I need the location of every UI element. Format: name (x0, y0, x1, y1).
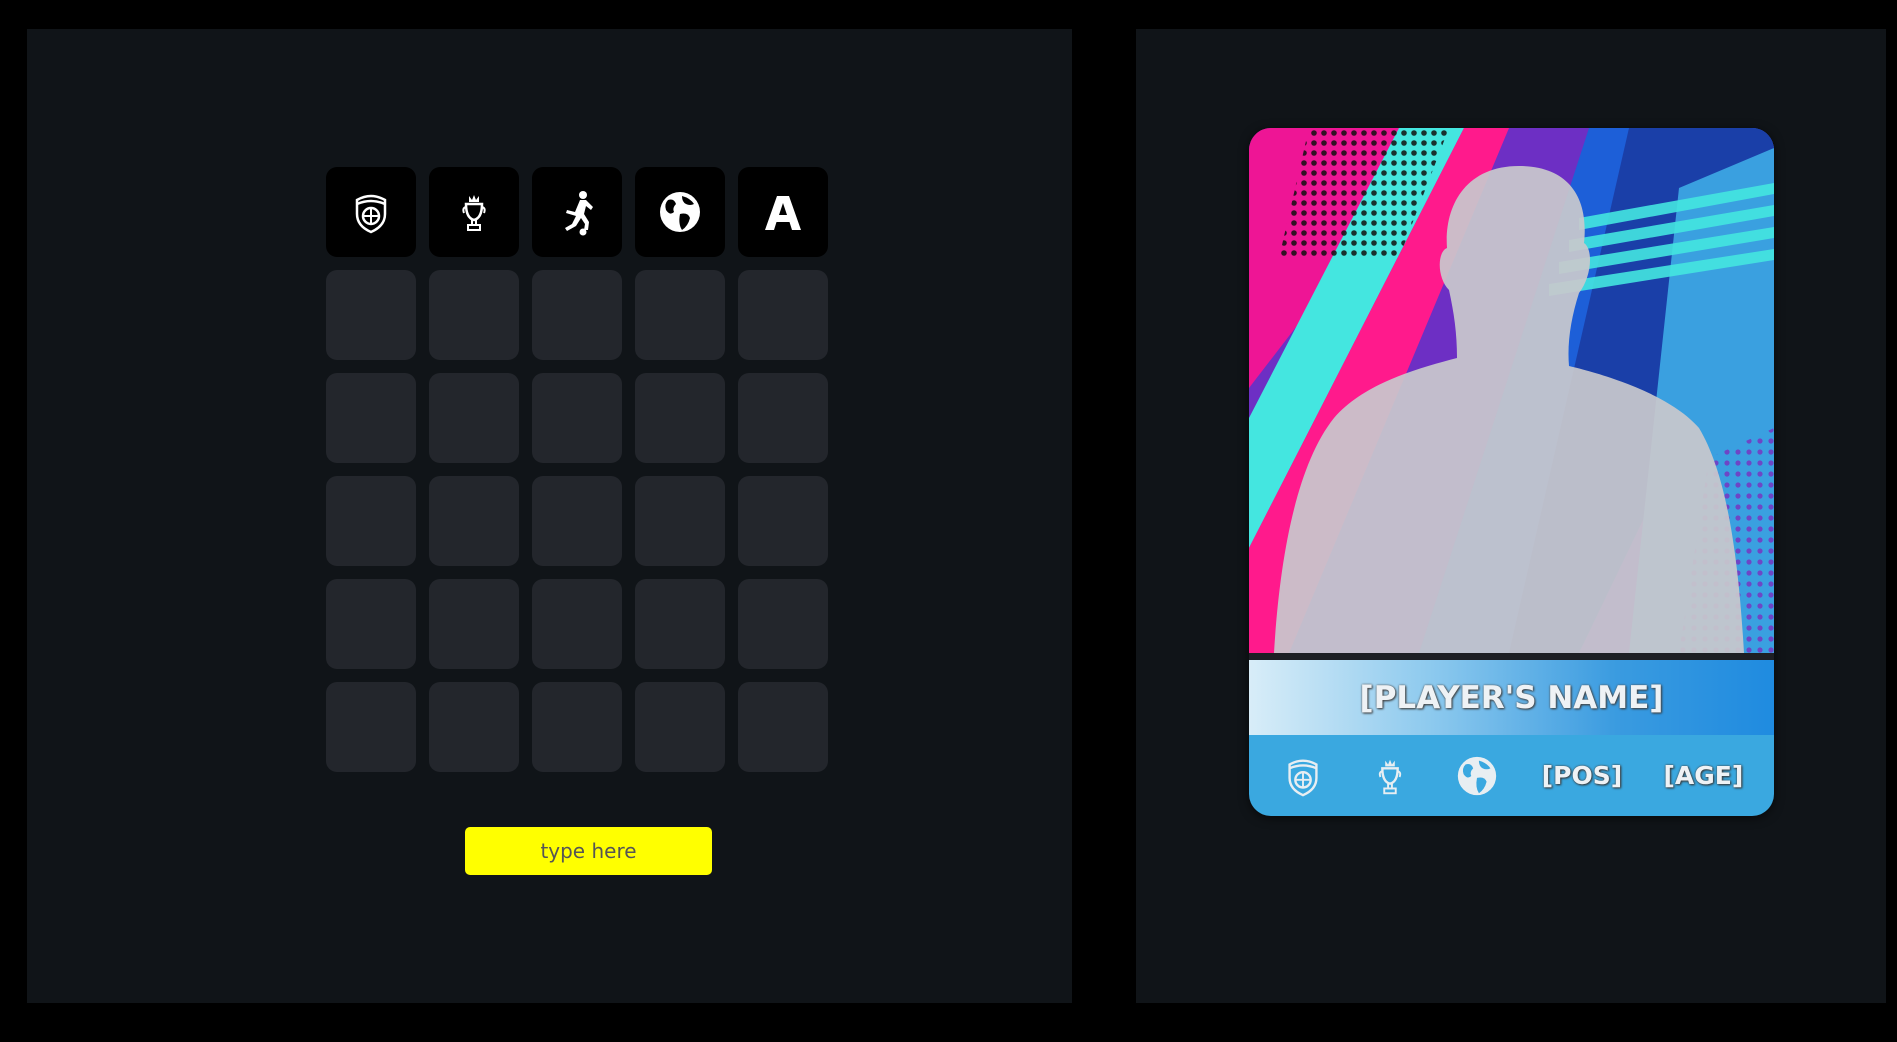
guess-cell (532, 373, 622, 463)
column-header-age[interactable] (738, 167, 828, 257)
guess-cell (326, 476, 416, 566)
globe-icon (660, 192, 700, 232)
guess-cell (429, 579, 519, 669)
guess-cell (738, 682, 828, 772)
guess-cell (738, 476, 828, 566)
player-name-bar: [PLAYER'S NAME] (1249, 660, 1774, 735)
guess-cell (738, 270, 828, 360)
column-header-league[interactable] (429, 167, 519, 257)
guess-cell (429, 682, 519, 772)
guess-cell (326, 682, 416, 772)
player-info-bar: [POS] [AGE] (1249, 735, 1774, 816)
column-header-position[interactable] (532, 167, 622, 257)
guess-cell (532, 270, 622, 360)
player-name: [PLAYER'S NAME] (1359, 679, 1664, 716)
guess-cell (429, 373, 519, 463)
club-crest-icon (1288, 758, 1318, 796)
league-trophy-icon (1378, 759, 1402, 794)
player-card: [PLAYER'S NAME] [POS] [AGE] (1249, 128, 1774, 816)
guess-cell (738, 579, 828, 669)
guess-grid (326, 167, 828, 772)
guess-cell (429, 476, 519, 566)
guess-cell (635, 373, 725, 463)
guess-cell (326, 270, 416, 360)
guess-input[interactable] (465, 827, 712, 875)
guess-cell (738, 373, 828, 463)
guess-cell (326, 373, 416, 463)
age-letter-icon (765, 196, 801, 230)
guess-cell (635, 476, 725, 566)
guess-cell (635, 682, 725, 772)
column-header-nation[interactable] (635, 167, 725, 257)
column-header-club[interactable] (326, 167, 416, 257)
guess-cell (635, 579, 725, 669)
player-position: [POS] (1541, 761, 1623, 790)
position-kicker-icon (565, 191, 593, 236)
player-age: [AGE] (1663, 761, 1744, 790)
guess-cell (532, 476, 622, 566)
guess-cell (532, 579, 622, 669)
globe-icon (1458, 756, 1497, 795)
player-silhouette-art (1249, 128, 1774, 653)
game-board-panel (27, 29, 1072, 1003)
guess-cell (532, 682, 622, 772)
guess-cell (429, 270, 519, 360)
guess-cell (326, 579, 416, 669)
club-crest-icon (355, 194, 387, 234)
guess-cell (635, 270, 725, 360)
league-trophy-icon (462, 195, 486, 231)
